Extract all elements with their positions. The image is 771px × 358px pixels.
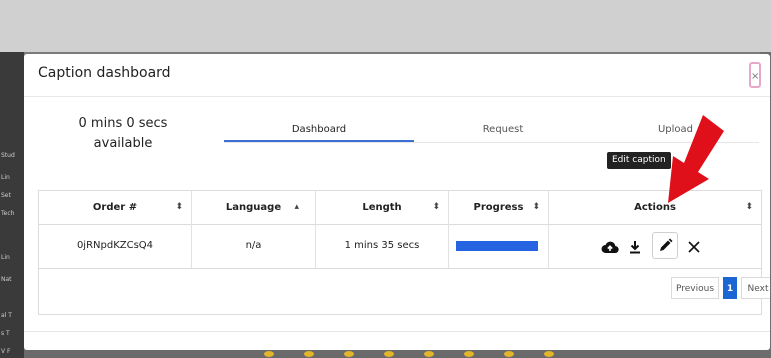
table-header: Order # ⬍ Language ▴ Length ⬍ Progress ⬍…	[39, 191, 761, 225]
decor-ring	[344, 351, 354, 357]
sort-icon[interactable]: ⬍	[175, 191, 183, 224]
length-cell: 1 mins 35 secs	[316, 224, 449, 268]
sidebar-snippet: Stud	[1, 152, 15, 159]
browser-top-area	[0, 0, 771, 52]
column-label: Language	[225, 202, 282, 213]
download-icon[interactable]	[625, 224, 645, 268]
tab-upload[interactable]: Upload	[592, 124, 759, 142]
decor-ring	[304, 351, 314, 357]
decor-ring	[544, 351, 554, 357]
decor-ring	[504, 351, 514, 357]
decor-ring	[424, 351, 434, 357]
previous-page-button[interactable]: Previous	[671, 277, 719, 299]
column-header-language[interactable]: Language ▴	[192, 191, 316, 224]
sidebar-snippet: Lin	[1, 254, 10, 261]
orders-table: Order # ⬍ Language ▴ Length ⬍ Progress ⬍…	[38, 190, 770, 315]
tab-bar: Dashboard Request Upload	[224, 124, 759, 143]
sidebar-snippet: Nat	[1, 276, 12, 283]
decor-ring	[264, 351, 274, 357]
language-cell: n/a	[192, 224, 316, 268]
tab-request[interactable]: Request	[414, 124, 592, 142]
active-tab-indicator	[224, 140, 414, 142]
background-bottom-strip	[24, 350, 760, 358]
background-sidebar: Stud Lin Set Tech Lin Nat al T s T V F	[0, 52, 24, 358]
column-header-progress[interactable]: Progress ⬍	[449, 191, 549, 224]
order-id-cell: 0jRNpdKZCsQ4	[39, 224, 192, 268]
column-label: Length	[362, 202, 402, 213]
availability-text: 0 mins 0 secs available	[78, 116, 168, 151]
decor-ring	[464, 351, 474, 357]
sidebar-snippet: Lin	[1, 174, 10, 181]
sort-icon[interactable]: ⬍	[432, 191, 440, 224]
column-header-actions[interactable]: Actions ⬍	[549, 191, 761, 224]
edit-caption-tooltip: Edit caption	[607, 152, 671, 169]
sidebar-snippet: V F	[1, 348, 11, 355]
caption-dashboard-modal: Caption dashboard × 0 mins 0 secs availa…	[24, 54, 770, 350]
column-label: Actions	[634, 202, 676, 213]
decor-ring	[384, 351, 394, 357]
sort-icon[interactable]: ⬍	[532, 191, 540, 224]
close-button[interactable]: ×	[749, 62, 761, 88]
next-page-button[interactable]: Next	[741, 277, 770, 299]
sidebar-snippet: Tech	[1, 210, 15, 217]
progress-fill	[456, 241, 538, 251]
pencil-icon	[660, 238, 673, 251]
sidebar-snippet: s T	[1, 330, 10, 337]
cloud-upload-icon[interactable]	[599, 224, 621, 268]
table-row: 0jRNpdKZCsQ4 n/a 1 mins 35 secs	[39, 224, 761, 269]
sidebar-snippet: Set	[1, 192, 11, 199]
progress-bar	[456, 241, 538, 251]
pagination: Previous 1 Next	[671, 277, 770, 299]
column-label: Progress	[473, 202, 524, 213]
page-1-button[interactable]: 1	[723, 277, 737, 299]
sort-icon[interactable]: ⬍	[745, 191, 753, 224]
sort-up-icon[interactable]: ▴	[294, 191, 299, 224]
edit-caption-button[interactable]	[652, 232, 678, 259]
column-header-order[interactable]: Order # ⬍	[39, 191, 192, 224]
progress-cell	[449, 224, 549, 268]
modal-title: Caption dashboard	[38, 65, 171, 81]
column-label: Order #	[92, 202, 138, 213]
sidebar-snippet: al T	[1, 312, 12, 319]
column-header-length[interactable]: Length ⬍	[316, 191, 449, 224]
actions-cell	[549, 224, 761, 268]
close-icon[interactable]	[683, 224, 705, 268]
modal-footer-divider	[24, 331, 770, 332]
modal-header: Caption dashboard ×	[24, 54, 770, 97]
